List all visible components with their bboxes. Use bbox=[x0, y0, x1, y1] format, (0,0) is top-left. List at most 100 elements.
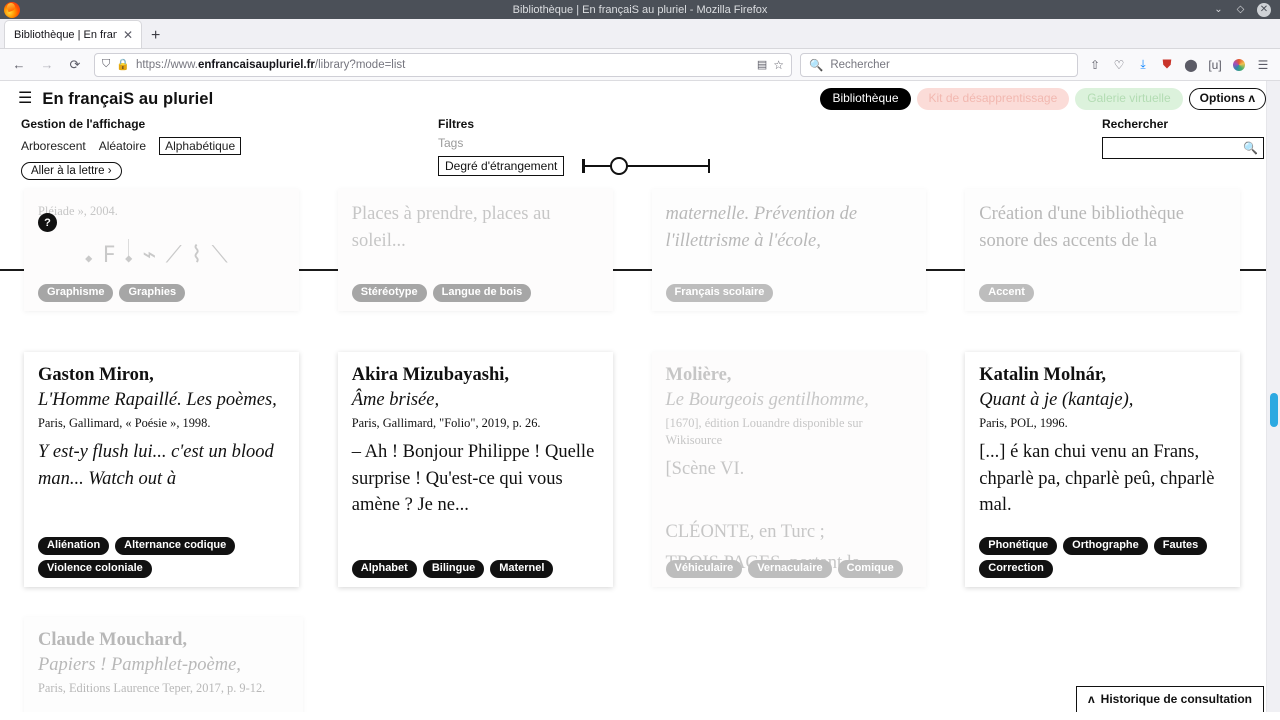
tab-close-icon[interactable]: ✕ bbox=[121, 29, 135, 41]
search-input[interactable]: 🔍 bbox=[1102, 137, 1264, 159]
url-bar[interactable]: ⛉ 🔒 https://www.enfrancaisaupluriel.fr/l… bbox=[94, 52, 792, 77]
tag[interactable]: Fautes bbox=[1153, 536, 1208, 555]
tag[interactable]: Véhiculaire bbox=[665, 559, 743, 578]
card-row-top: Pléiade », 2004. ? 𝆺 𝈓 𝆺𝅥 ⌁ ⟋ ⌇ ⟍ Graphi… bbox=[0, 189, 1264, 311]
downloads-icon[interactable]: ⤓ bbox=[1132, 53, 1154, 77]
tag[interactable]: Bilingue bbox=[422, 559, 485, 578]
filters: Filtres Tags Degré d'étrangement bbox=[438, 117, 711, 176]
tag[interactable]: Graphisme bbox=[38, 283, 114, 302]
extension-color-icon[interactable] bbox=[1233, 58, 1245, 71]
tag[interactable]: Maternel bbox=[490, 559, 554, 578]
browser-navbar: ← → ⟳ ⛉ 🔒 https://www.enfrancaisauplurie… bbox=[0, 49, 1280, 81]
back-button[interactable]: ← bbox=[6, 52, 32, 78]
card-item[interactable]: Places à prendre, places au soleil... St… bbox=[337, 189, 613, 311]
bookmark-star-icon[interactable]: ☆ bbox=[773, 58, 784, 72]
reload-button[interactable]: ⟳ bbox=[62, 52, 88, 78]
ublock-icon[interactable]: ⛊ bbox=[1156, 53, 1178, 77]
card-item[interactable]: Gaston Miron, L'Homme Rapaillé. Les poèm… bbox=[24, 352, 299, 587]
card-title: Places à prendre, places au soleil... bbox=[351, 204, 551, 251]
extension-globe-icon[interactable]: ⬤ bbox=[1180, 53, 1202, 77]
help-badge-icon[interactable]: ? bbox=[38, 213, 57, 232]
card-quote: [...] é kan chui venu an Frans, chparlè … bbox=[979, 442, 1215, 516]
card-reference: Paris, Editions Laurence Teper, 2017, p.… bbox=[38, 681, 266, 696]
card-author: Katalin Molnár, bbox=[979, 365, 1107, 385]
lock-icon: 🔒 bbox=[116, 59, 130, 71]
card-item[interactable]: Molière, Le Bourgeois gentilhomme, [1670… bbox=[651, 352, 927, 587]
go-to-letter-button[interactable]: Aller à la lettre › bbox=[21, 162, 122, 180]
search-icon[interactable]: 🔍 bbox=[1243, 141, 1258, 155]
tag[interactable]: Alphabet bbox=[351, 559, 417, 578]
nav-pill-kit[interactable]: Kit de désapprentissage bbox=[916, 88, 1070, 110]
filters-tags-label[interactable]: Tags bbox=[438, 136, 710, 150]
tag[interactable]: Vernaculaire bbox=[748, 559, 832, 578]
card-item[interactable]: Pléiade », 2004. ? 𝆺 𝈓 𝆺𝅥 ⌁ ⟋ ⌇ ⟍ Graphi… bbox=[24, 189, 299, 311]
forward-button[interactable]: → bbox=[34, 52, 60, 78]
search-placeholder: Rechercher bbox=[830, 58, 890, 71]
card-tags: Accent bbox=[979, 283, 1230, 302]
card-author: Claude Mouchard, bbox=[38, 630, 188, 650]
nav-pills: Bibliothèque Kit de désapprentissage Gal… bbox=[820, 88, 1266, 110]
nav-pill-galerie[interactable]: Galerie virtuelle bbox=[1075, 88, 1183, 110]
options-button[interactable]: Options ʌ bbox=[1188, 88, 1266, 110]
tag[interactable]: Graphies bbox=[119, 283, 186, 302]
close-window-icon[interactable]: ✕ bbox=[1257, 2, 1271, 17]
tag[interactable]: Violence coloniale bbox=[38, 559, 152, 578]
card-item[interactable]: Katalin Molnár, Quant à je (kantaje), Pa… bbox=[965, 352, 1240, 587]
card-title: maternelle. Prévention de l'illettrisme … bbox=[665, 204, 858, 251]
shield-icon: ⛉ bbox=[102, 58, 111, 70]
browser-tab[interactable]: Bibliothèque | En françaiS au ✕ bbox=[4, 20, 142, 48]
display-option-arborescent[interactable]: Arborescent bbox=[21, 139, 86, 153]
hamburger-icon[interactable]: ☰ bbox=[18, 91, 32, 107]
slider-handle[interactable] bbox=[610, 157, 629, 175]
minimize-icon[interactable]: ⌄ bbox=[1213, 4, 1224, 15]
display-option-alphabetique[interactable]: Alphabétique bbox=[159, 137, 242, 155]
tag[interactable]: Orthographe bbox=[1063, 536, 1148, 555]
app-menu-icon[interactable]: ☰ bbox=[1252, 53, 1274, 77]
search-title: Rechercher bbox=[1102, 117, 1169, 131]
browser-titlebar: Bibliothèque | En françaiS au pluriel - … bbox=[0, 0, 1280, 19]
history-button-label: Historique de consultation bbox=[1100, 692, 1252, 706]
card-item[interactable]: maternelle. Prévention de l'illettrisme … bbox=[651, 189, 927, 311]
tag[interactable]: Stéréotype bbox=[351, 283, 427, 302]
strangeness-slider-label[interactable]: Degré d'étrangement bbox=[438, 156, 565, 176]
card-item[interactable]: Akira Mizubayashi, Âme brisée, Paris, Ga… bbox=[337, 352, 613, 587]
new-tab-button[interactable]: + bbox=[142, 27, 169, 48]
tag[interactable]: Comique bbox=[837, 559, 903, 578]
tag[interactable]: Alternance codique bbox=[115, 536, 236, 555]
strangeness-filter: Degré d'étrangement bbox=[438, 156, 711, 176]
card-author: Gaston Miron, bbox=[38, 365, 154, 385]
save-to-pocket-icon[interactable]: ⇧ bbox=[1084, 53, 1106, 77]
card-reference: Pléiade », 2004. bbox=[38, 204, 118, 218]
filters-title: Filtres bbox=[438, 117, 475, 131]
tag[interactable]: Aliénation bbox=[38, 536, 110, 555]
site-header: ☰ En françaiS au pluriel Bibliothèque Ki… bbox=[0, 81, 1280, 117]
display-option-aleatoire[interactable]: Aléatoire bbox=[99, 139, 146, 153]
card-item[interactable]: Création d'une bibliothèque sonore des a… bbox=[965, 189, 1240, 311]
scrollbar-thumb[interactable] bbox=[1270, 393, 1278, 427]
extension-bracket-icon[interactable]: [u] bbox=[1204, 53, 1226, 77]
maximize-icon[interactable]: ◇ bbox=[1235, 4, 1246, 15]
card-item[interactable]: Claude Mouchard, Papiers ! Pamphlet-poèm… bbox=[24, 617, 303, 712]
strangeness-slider[interactable] bbox=[582, 157, 711, 175]
window-controls: ⌄ ◇ ✕ bbox=[1213, 2, 1280, 17]
card-row-bottom: Claude Mouchard, Papiers ! Pamphlet-poèm… bbox=[0, 617, 1264, 712]
nav-pill-bibliotheque[interactable]: Bibliothèque bbox=[820, 88, 911, 110]
card-tags: Stéréotype Langue de bois bbox=[351, 283, 603, 302]
history-button[interactable]: ʌ Historique de consultation bbox=[1075, 686, 1264, 712]
page-scrollbar[interactable] bbox=[1266, 81, 1280, 712]
tag[interactable]: Correction bbox=[979, 559, 1053, 578]
card-title: Le Bourgeois gentilhomme, bbox=[665, 390, 869, 411]
tag[interactable]: Phonétique bbox=[979, 536, 1058, 555]
caret-up-icon: ʌ bbox=[1087, 692, 1095, 706]
tag[interactable]: Français scolaire bbox=[665, 283, 774, 302]
tag[interactable]: Langue de bois bbox=[432, 283, 532, 302]
browser-search-bar[interactable]: 🔍 Rechercher bbox=[800, 52, 1078, 77]
tag[interactable]: Accent bbox=[979, 283, 1034, 302]
card-title: L'Homme Rapaillé. Les poèmes, bbox=[38, 390, 277, 411]
card-reference: Paris, Gallimard, "Folio", 2019, p. 26. bbox=[351, 416, 541, 431]
reader-mode-icon[interactable]: ▤ bbox=[757, 58, 767, 71]
page-title: En françaiS au pluriel bbox=[42, 89, 214, 108]
card-title: Âme brisée, bbox=[351, 390, 440, 411]
display-management-title: Gestion de l'affichage bbox=[21, 117, 146, 131]
pocket-icon[interactable]: ♡ bbox=[1108, 53, 1130, 77]
